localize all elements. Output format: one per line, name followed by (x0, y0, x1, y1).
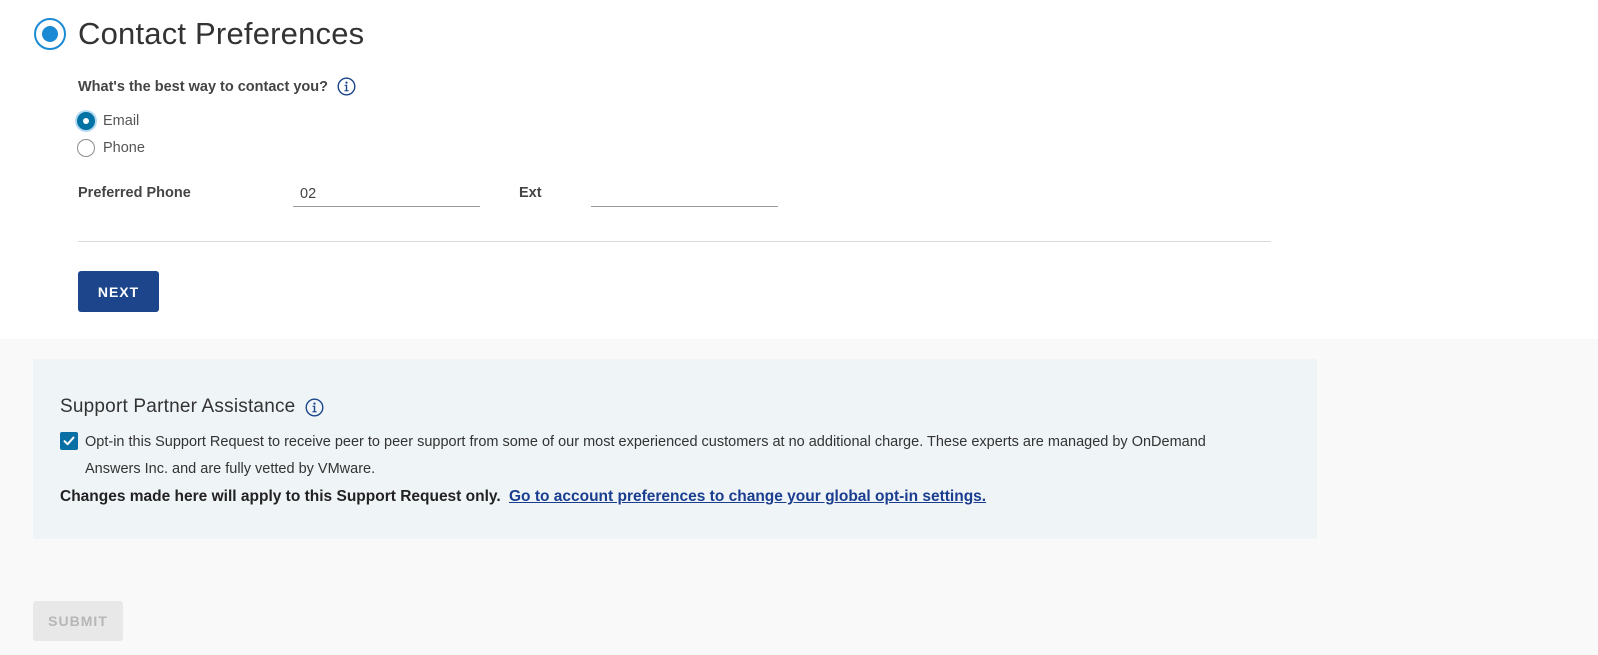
info-icon[interactable] (305, 397, 324, 417)
step-indicator-dot (42, 26, 58, 42)
info-icon[interactable] (337, 77, 356, 96)
contact-preferences-section: Contact Preferences What's the best way … (0, 0, 1598, 339)
radio-phone[interactable]: Phone (77, 139, 145, 157)
radio-phone-label[interactable]: Phone (103, 140, 145, 156)
ext-input[interactable] (591, 182, 778, 207)
preferred-phone-input[interactable] (293, 182, 480, 207)
partner-title-text: Support Partner Assistance (60, 396, 296, 417)
checkmark-icon (63, 436, 75, 446)
changes-notice: Changes made here will apply to this Sup… (60, 488, 986, 506)
submit-button[interactable]: SUBMIT (33, 601, 123, 641)
radio-email[interactable]: Email (77, 112, 139, 130)
optin-text: Opt-in this Support Request to receive p… (85, 434, 1206, 477)
changes-text: Changes made here will apply to this Sup… (60, 488, 501, 505)
contact-question-label: What's the best way to contact you? (78, 78, 328, 95)
step-indicator-icon (34, 18, 66, 50)
contact-question: What's the best way to contact you? (78, 77, 356, 96)
ext-label: Ext (519, 185, 542, 201)
radio-phone-button[interactable] (77, 139, 95, 157)
page-title: Contact Preferences (78, 16, 365, 51)
next-button[interactable]: NEXT (78, 271, 159, 312)
divider (78, 241, 1271, 242)
optin-checkbox[interactable] (60, 432, 78, 450)
radio-email-button[interactable] (77, 112, 95, 130)
radio-email-label[interactable]: Email (103, 113, 139, 129)
preferred-phone-label: Preferred Phone (78, 185, 191, 201)
partner-title: Support Partner Assistance (60, 396, 324, 418)
support-partner-panel: Support Partner Assistance Opt-in this S… (33, 359, 1317, 539)
step-header: Contact Preferences (34, 16, 364, 52)
account-preferences-link[interactable]: Go to account preferences to change your… (509, 488, 986, 505)
